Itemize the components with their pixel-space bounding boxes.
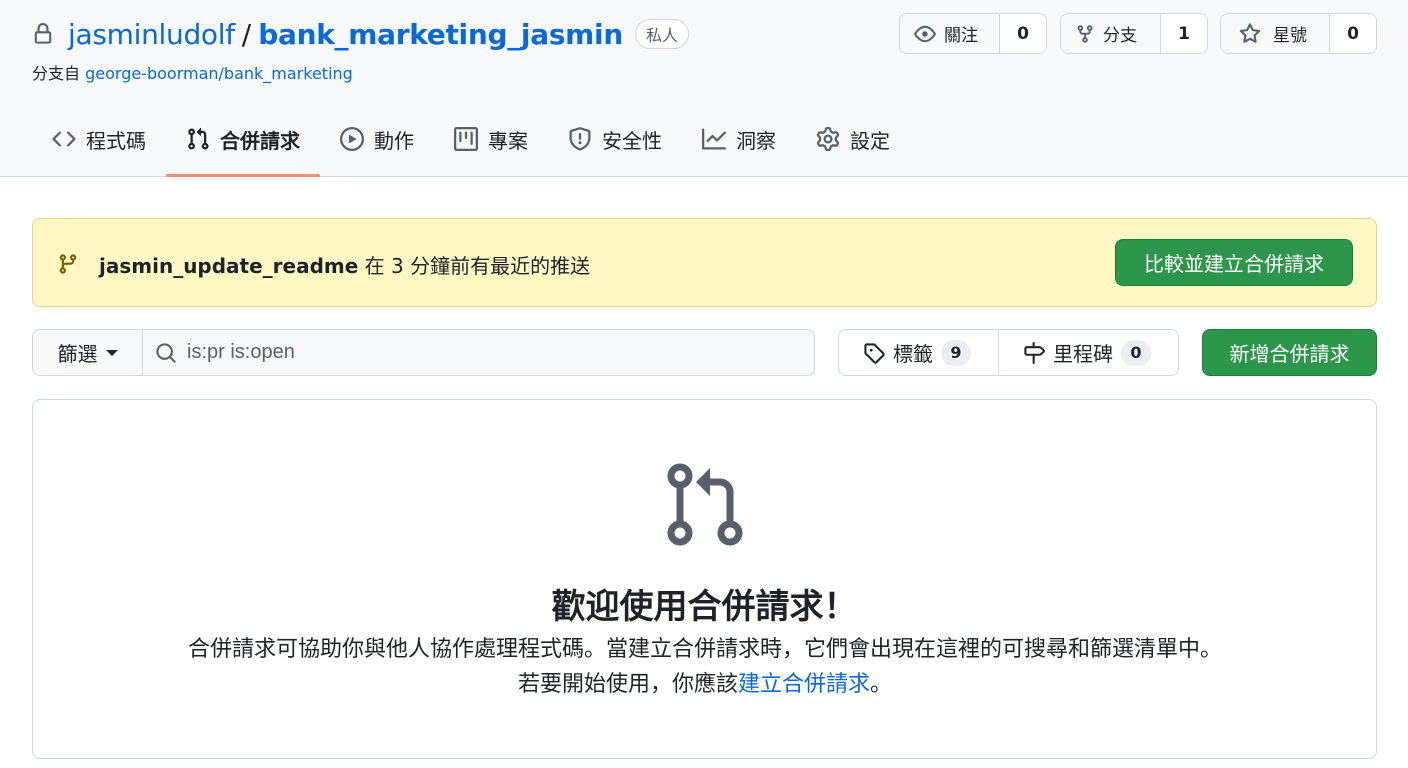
play-icon (340, 127, 364, 151)
filters-label: 篩選 (57, 342, 98, 366)
pull-request-icon (188, 127, 209, 150)
tab-code-label: 程式碼 (86, 128, 146, 153)
tab-security[interactable]: 安全性 (548, 104, 682, 176)
pushed-branch-name: jasmin_update_readme (99, 254, 359, 278)
tab-settings-label: 設定 (850, 128, 890, 153)
tab-actions-label: 動作 (374, 128, 414, 153)
forked-from: 分支自 george-boorman/bank_marketing (32, 60, 353, 84)
pr-filter-bar: 篩選 (32, 329, 815, 376)
pull-request-large-icon (666, 462, 746, 552)
blank-slate-description-suffix: 。 (870, 672, 893, 697)
watch-button[interactable]: 關注 (900, 14, 1000, 53)
star-button[interactable]: 星號 (1221, 14, 1330, 53)
filters-dropdown-button[interactable]: 篩選 (33, 330, 143, 375)
fork-button[interactable]: 分支 (1061, 14, 1161, 53)
repo-name-link[interactable]: bank_marketing_jasmin (258, 18, 623, 51)
tab-projects[interactable]: 專案 (434, 104, 548, 176)
labels-label: 標籤 (893, 342, 933, 366)
tab-pull-requests[interactable]: 合併請求 (166, 104, 320, 177)
repo-nav-tabs: 程式碼 合併請求 動作 專案 安全性 洞察 設定 (34, 104, 910, 177)
tab-insights-label: 洞察 (736, 128, 776, 153)
labels-button[interactable]: 標籤 9 (839, 330, 999, 375)
compare-and-pull-request-button[interactable]: 比較並建立合併請求 (1115, 239, 1353, 286)
star-group: 星號 0 (1220, 13, 1377, 54)
blank-slate-title: 歡迎使用合併請求！ (551, 587, 858, 627)
milestones-button[interactable]: 里程碑 0 (999, 330, 1175, 375)
eye-icon (914, 25, 936, 42)
new-pull-request-button[interactable]: 新增合併請求 (1202, 329, 1377, 376)
milestones-count: 0 (1121, 339, 1151, 366)
lock-icon (32, 23, 54, 45)
forked-prefix: 分支自 (32, 64, 81, 83)
star-icon (1239, 22, 1261, 43)
watch-group: 關注 0 (899, 13, 1047, 54)
blank-slate-description: 合併請求可協助你與他人協作處理程式碼。當建立合併請求時，它們會出現在這裡的可搜尋… (185, 632, 1225, 702)
recent-push-message: jasmin_update_readme 在 3 分鐘前有最近的推送 (99, 250, 590, 279)
fork-count[interactable]: 1 (1161, 14, 1207, 53)
fork-group: 分支 1 (1060, 13, 1208, 54)
repo-header: jasminludolf / bank_marketing_jasmin 私人 … (0, 0, 1408, 177)
visibility-badge: 私人 (635, 19, 690, 49)
create-pull-request-link[interactable]: 建立合併請求 (738, 672, 870, 697)
forked-from-link[interactable]: george-boorman/bank_marketing (85, 64, 353, 83)
push-time-text: 在 3 分鐘前有最近的推送 (358, 254, 591, 278)
tab-projects-label: 專案 (488, 128, 528, 153)
tab-actions[interactable]: 動作 (320, 104, 434, 176)
milestone-icon (1024, 341, 1045, 364)
path-separator: / (241, 17, 252, 51)
tab-pull-requests-label: 合併請求 (220, 128, 300, 153)
gear-icon (816, 127, 840, 151)
milestones-label: 里程碑 (1053, 342, 1113, 366)
star-label: 星號 (1273, 26, 1307, 46)
watch-count[interactable]: 0 (1000, 14, 1046, 53)
labels-milestones-group: 標籤 9 里程碑 0 (838, 329, 1179, 376)
search-field-wrap (143, 330, 814, 375)
search-icon (156, 342, 176, 363)
project-icon (454, 127, 478, 151)
graph-icon (702, 128, 726, 150)
fork-label: 分支 (1103, 26, 1137, 46)
shield-icon (569, 127, 591, 151)
tab-settings[interactable]: 設定 (796, 104, 910, 176)
branch-icon (57, 252, 79, 280)
recent-push-banner: jasmin_update_readme 在 3 分鐘前有最近的推送 比較並建立… (32, 218, 1377, 307)
watch-label: 關注 (944, 26, 978, 46)
blank-slate-description-text: 合併請求可協助你與他人協作處理程式碼。當建立合併請求時，它們會出現在這裡的可搜尋… (187, 637, 1222, 697)
tab-insights[interactable]: 洞察 (682, 104, 796, 176)
repo-title: jasminludolf / bank_marketing_jasmin 私人 (32, 14, 690, 54)
tab-security-label: 安全性 (602, 128, 662, 153)
blank-slate: 歡迎使用合併請求！ 合併請求可協助你與他人協作處理程式碼。當建立合併請求時，它們… (32, 399, 1377, 759)
code-icon (52, 131, 76, 147)
star-count[interactable]: 0 (1330, 14, 1376, 53)
fork-icon (1077, 24, 1093, 43)
tab-code[interactable]: 程式碼 (34, 104, 166, 176)
search-pull-requests-input[interactable] (187, 341, 787, 364)
repo-owner-link[interactable]: jasminludolf (68, 18, 235, 51)
caret-down-icon (105, 349, 118, 356)
tag-icon (864, 342, 885, 364)
labels-count: 9 (941, 339, 971, 366)
